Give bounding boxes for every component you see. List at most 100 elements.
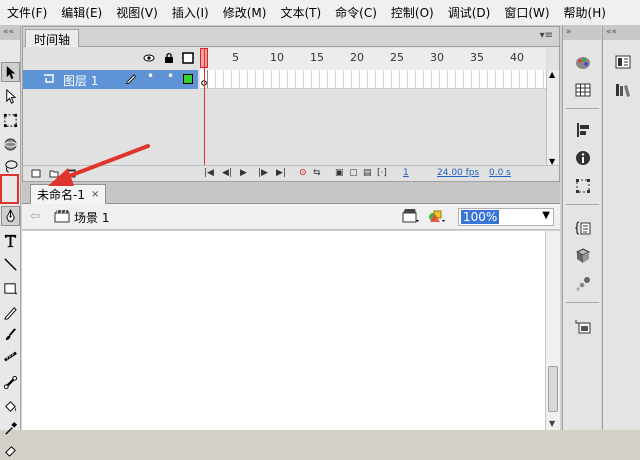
text-tool-icon[interactable] bbox=[1, 230, 20, 250]
menu-view[interactable]: 视图(V) bbox=[109, 4, 165, 21]
right-panel-dock-2: «« bbox=[602, 26, 640, 430]
info-panel-icon[interactable] bbox=[572, 148, 594, 168]
onion-skin-icon[interactable]: ▣ bbox=[335, 168, 344, 178]
lock-dot[interactable]: • bbox=[167, 69, 174, 83]
frame-track[interactable] bbox=[200, 70, 546, 89]
onion-skin-outlines-icon[interactable]: ▢ bbox=[349, 168, 358, 178]
document-tab-label: 未命名-1 bbox=[37, 188, 85, 202]
menu-commands[interactable]: 命令(C) bbox=[328, 4, 384, 21]
menu-insert[interactable]: 插入(I) bbox=[165, 4, 216, 21]
deco-tool-icon[interactable] bbox=[1, 346, 20, 366]
eraser-tool-icon[interactable] bbox=[1, 440, 20, 460]
eyedropper-tool-icon[interactable] bbox=[1, 418, 20, 438]
current-frame[interactable]: 1 bbox=[403, 168, 409, 178]
layer-name-cell[interactable]: 图层 1 • • bbox=[23, 69, 198, 89]
panel-collapse-grip[interactable]: » bbox=[563, 26, 601, 40]
scroll-down-icon[interactable]: ▼ bbox=[549, 419, 555, 428]
elapsed-time: 0.0 s bbox=[489, 168, 511, 178]
pen-tool-icon[interactable] bbox=[1, 206, 20, 226]
right-panel-dock-1: » bbox=[562, 26, 601, 430]
last-frame-icon[interactable]: ▶| bbox=[276, 168, 286, 178]
scrollbar-thumb[interactable] bbox=[548, 366, 558, 412]
layer-outline-color[interactable] bbox=[183, 74, 193, 84]
edit-scene-icon[interactable] bbox=[402, 208, 420, 224]
ruler-number: 30 bbox=[430, 51, 444, 64]
3d-rotation-tool-icon[interactable] bbox=[1, 134, 20, 154]
stage-scrollbar[interactable]: ▼ bbox=[545, 231, 560, 430]
stage-canvas[interactable] bbox=[22, 231, 546, 430]
new-layer-icon[interactable] bbox=[31, 168, 41, 181]
playhead-line bbox=[204, 48, 205, 181]
panel-menu-icon[interactable]: ▾≡ bbox=[540, 30, 553, 41]
panel-collapse-grip[interactable]: «« bbox=[603, 26, 640, 40]
menu-help[interactable]: 帮助(H) bbox=[557, 4, 613, 21]
ruler-number: 40 bbox=[510, 51, 524, 64]
subselection-tool-icon[interactable] bbox=[1, 86, 20, 106]
menu-modify[interactable]: 修改(M) bbox=[216, 4, 274, 21]
chevron-down-icon[interactable]: ▼ bbox=[542, 210, 550, 221]
frame-ruler[interactable]: 1 5 10 15 20 25 30 35 40 bbox=[200, 48, 546, 70]
free-transform-tool-icon[interactable] bbox=[1, 110, 20, 130]
selection-tool-icon[interactable] bbox=[1, 62, 20, 82]
menu-debug[interactable]: 调试(D) bbox=[441, 4, 498, 21]
outline-icon[interactable] bbox=[182, 52, 194, 64]
menu-text[interactable]: 文本(T) bbox=[273, 4, 328, 21]
properties-panel-icon[interactable] bbox=[612, 52, 634, 72]
play-icon[interactable]: ▶ bbox=[240, 168, 247, 178]
paint-bucket-tool-icon[interactable] bbox=[1, 396, 20, 416]
panel-separator bbox=[566, 108, 599, 109]
lasso-tool-icon[interactable] bbox=[1, 156, 20, 176]
document-tab-strip: 未命名-1 × bbox=[22, 182, 560, 204]
timeline-tab[interactable]: 时间轴 bbox=[25, 29, 80, 47]
components-panel-icon[interactable] bbox=[572, 246, 594, 266]
bone-tool-icon[interactable] bbox=[1, 372, 20, 392]
rectangle-tool-icon[interactable] bbox=[1, 278, 20, 298]
eye-icon[interactable] bbox=[143, 52, 155, 64]
modify-onion-markers-icon[interactable]: [·] bbox=[377, 168, 387, 178]
ruler-number: 15 bbox=[310, 51, 324, 64]
layer-name[interactable]: 图层 1 bbox=[63, 72, 98, 89]
menu-file[interactable]: 文件(F) bbox=[0, 4, 54, 21]
menu-edit[interactable]: 编辑(E) bbox=[54, 4, 109, 21]
color-panel-icon[interactable] bbox=[572, 52, 594, 72]
first-frame-icon[interactable]: |◀ bbox=[204, 168, 214, 178]
panel-separator bbox=[566, 204, 599, 205]
visibility-dot[interactable]: • bbox=[147, 69, 154, 83]
edit-symbols-icon[interactable] bbox=[428, 208, 446, 224]
library-panel-icon[interactable] bbox=[572, 316, 594, 336]
document-tab[interactable]: 未命名-1 × bbox=[30, 184, 107, 204]
center-frame-icon[interactable]: ⊙ bbox=[299, 168, 307, 178]
new-folder-icon[interactable] bbox=[49, 168, 59, 181]
zoom-value[interactable]: 100% bbox=[461, 210, 500, 224]
edit-multiple-frames-icon[interactable]: ▤ bbox=[363, 168, 372, 178]
line-tool-icon[interactable] bbox=[1, 254, 20, 274]
scene-label[interactable]: 场景 1 bbox=[74, 209, 109, 226]
step-back-icon[interactable]: ◀| bbox=[222, 168, 232, 178]
delete-layer-icon[interactable] bbox=[67, 168, 77, 181]
scene-icon bbox=[54, 209, 70, 223]
ruler-number: 35 bbox=[470, 51, 484, 64]
zoom-select[interactable]: 100% ▼ bbox=[458, 208, 554, 226]
menu-control[interactable]: 控制(O) bbox=[384, 4, 441, 21]
swatches-panel-icon[interactable] bbox=[572, 80, 594, 100]
frame-rate[interactable]: 24.00 fps bbox=[437, 168, 479, 178]
panel-collapse-grip[interactable]: «« bbox=[0, 26, 20, 40]
motion-presets-icon[interactable] bbox=[572, 274, 594, 294]
scroll-up-icon[interactable]: ▲ bbox=[549, 70, 555, 79]
layer-row[interactable]: 图层 1 • • bbox=[23, 69, 559, 89]
close-icon[interactable]: × bbox=[91, 189, 99, 200]
back-arrow-icon[interactable]: ⇦ bbox=[30, 209, 41, 224]
brush-tool-icon[interactable] bbox=[1, 324, 20, 344]
library-books-icon[interactable] bbox=[612, 80, 634, 100]
loop-icon[interactable]: ⇆ bbox=[313, 168, 321, 178]
step-forward-icon[interactable]: |▶ bbox=[258, 168, 268, 178]
actions-panel-icon[interactable] bbox=[572, 218, 594, 238]
transform-panel-icon[interactable] bbox=[572, 176, 594, 196]
edit-bar: ⇦ 场景 1 100% ▼ bbox=[22, 204, 560, 230]
menu-window[interactable]: 窗口(W) bbox=[497, 4, 556, 21]
pencil-tool-icon[interactable] bbox=[1, 302, 20, 322]
align-panel-icon[interactable] bbox=[572, 120, 594, 140]
lock-icon[interactable] bbox=[163, 52, 175, 64]
timeline-scrollbar[interactable]: ▲ ▼ bbox=[546, 70, 559, 166]
timeline-tab-bar: 时间轴 ▾≡ bbox=[23, 27, 559, 47]
